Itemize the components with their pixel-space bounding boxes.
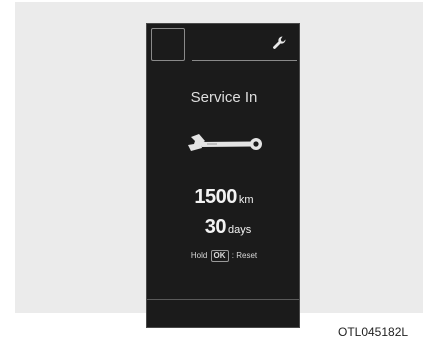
days-value: 30 [204, 216, 227, 238]
figure-code: OTL045182L [338, 325, 409, 339]
top-divider [192, 60, 297, 61]
distance-value: 1500 [194, 186, 237, 208]
distance-readout: 1500 km [147, 186, 301, 209]
days-readout: 30 days [147, 216, 301, 239]
reset-hint: Hold OK : Reset [147, 250, 301, 262]
wrench-icon [273, 36, 286, 49]
days-unit: days [228, 224, 252, 236]
top-left-box [151, 28, 185, 61]
hint-prefix: Hold [190, 251, 208, 260]
wrench-icon [188, 134, 262, 151]
distance-unit: km [238, 194, 254, 206]
service-title: Service In [190, 89, 258, 106]
cluster-display: Service In 1500 km 30 days Hold OK : Reset [146, 23, 300, 328]
ok-key-badge: OK [210, 250, 229, 262]
hint-suffix: : Reset [231, 251, 258, 260]
bottom-divider [147, 299, 299, 300]
